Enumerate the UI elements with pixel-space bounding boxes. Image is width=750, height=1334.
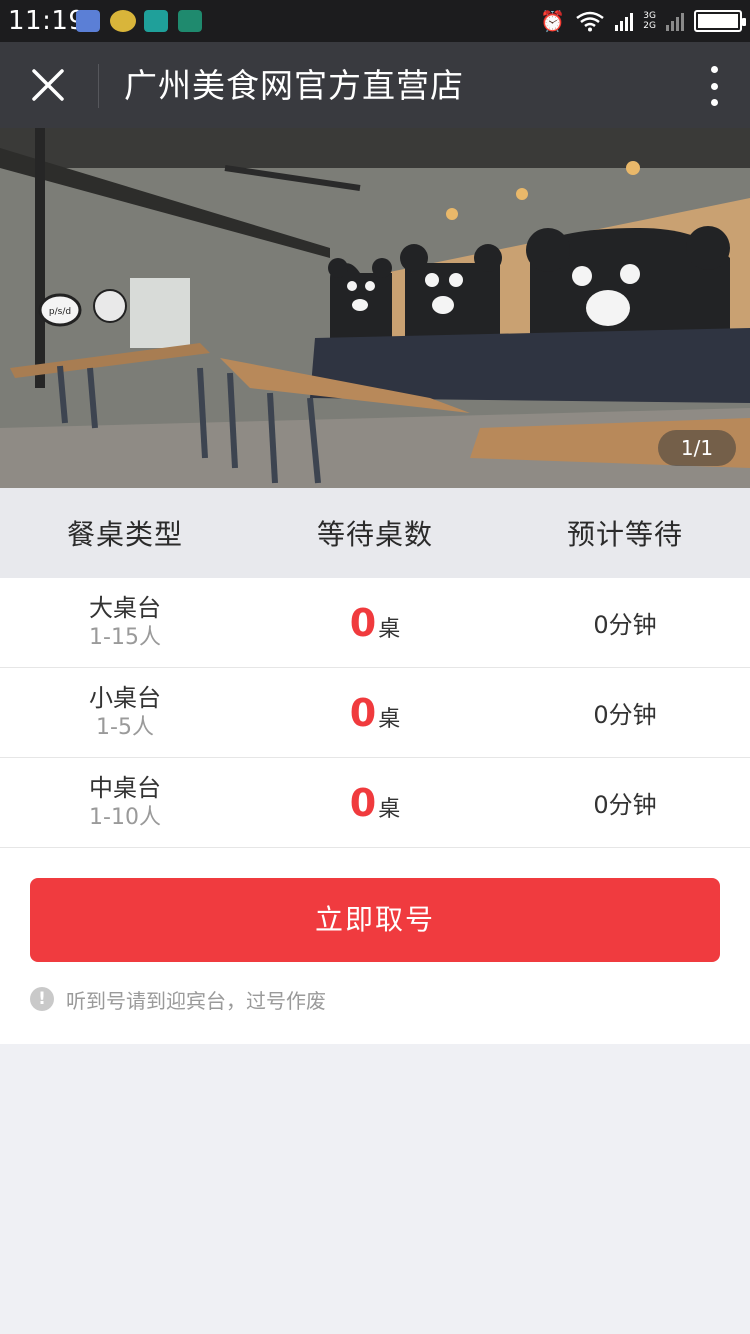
waiting-unit: 桌 xyxy=(378,796,401,822)
waiting-count: 0 xyxy=(349,600,377,645)
battery-icon xyxy=(694,10,746,32)
signal-icon xyxy=(615,11,634,31)
queue-table: 大桌台 1-15人 0 桌 0分钟 小桌台 1-5人 0 桌 0分钟 中桌台 1… xyxy=(0,578,750,848)
action-area: 立即取号 ! 听到号请到迎宾台，过号作废 xyxy=(0,848,750,1044)
estimated-wait: 0分钟 xyxy=(593,701,657,729)
notice: ! 听到号请到迎宾台，过号作废 xyxy=(30,986,326,1013)
header-waiting-tables: 等待桌数 xyxy=(316,518,433,551)
network-type: 3G 2G xyxy=(643,11,656,31)
notice-text: 听到号请到迎宾台，过号作废 xyxy=(66,988,326,1013)
estimated-wait: 0分钟 xyxy=(593,611,657,639)
table-row: 中桌台 1-10人 0 桌 0分钟 xyxy=(0,758,750,848)
table-type-cell: 小桌台 1-5人 xyxy=(0,683,250,743)
waiting-count: 0 xyxy=(349,780,377,825)
sign-text: p/s/d xyxy=(49,307,71,317)
signal-secondary-icon xyxy=(666,11,684,31)
table-capacity: 1-5人 xyxy=(96,714,154,740)
app-notification-icon xyxy=(110,10,136,32)
close-button[interactable] xyxy=(18,55,78,115)
more-dot-icon xyxy=(710,66,718,73)
more-dot-icon xyxy=(710,82,718,90)
close-icon xyxy=(32,69,64,101)
wifi-icon xyxy=(576,11,605,32)
table-type-name: 大桌台 xyxy=(89,593,161,622)
restaurant-illustration: p/s/d xyxy=(0,128,750,488)
table-type-name: 小桌台 xyxy=(89,683,161,712)
image-notification-icon xyxy=(178,10,202,32)
status-bar: 11:19 ⏰ 3G 2G xyxy=(0,0,750,42)
alarm-icon: ⏰ xyxy=(540,9,566,33)
scan-notification-icon xyxy=(144,10,168,32)
table-type-cell: 大桌台 1-15人 xyxy=(0,593,250,653)
page-title: 广州美食网官方直营店 xyxy=(124,66,464,105)
waiting-count: 0 xyxy=(349,690,377,735)
waiting-count-cell: 0 桌 xyxy=(250,691,500,735)
header-estimated-wait: 预计等待 xyxy=(566,518,683,551)
estimated-wait: 0分钟 xyxy=(593,791,657,819)
waiting-unit: 桌 xyxy=(378,706,401,732)
table-type-cell: 中桌台 1-10人 xyxy=(0,773,250,833)
table-row: 大桌台 1-15人 0 桌 0分钟 xyxy=(0,578,750,668)
table-header: 餐桌类型 等待桌数 预计等待 xyxy=(0,488,750,578)
warning-icon: ! xyxy=(30,987,54,1011)
table-capacity: 1-10人 xyxy=(89,804,161,830)
status-time: 11:19 xyxy=(8,6,86,36)
table-row: 小桌台 1-5人 0 桌 0分钟 xyxy=(0,668,750,758)
more-options-button[interactable] xyxy=(704,66,724,106)
status-indicators: ⏰ 3G 2G xyxy=(540,8,746,34)
more-dot-icon xyxy=(710,99,718,106)
waiting-unit: 桌 xyxy=(378,616,401,642)
take-number-button[interactable]: 立即取号 xyxy=(30,878,720,962)
wechat-notification-icon xyxy=(76,10,100,32)
waiting-count-cell: 0 桌 xyxy=(250,601,500,645)
title-divider xyxy=(98,64,99,108)
table-type-name: 中桌台 xyxy=(89,773,161,802)
header-table-type: 餐桌类型 xyxy=(66,518,183,551)
waiting-count-cell: 0 桌 xyxy=(250,781,500,825)
table-capacity: 1-15人 xyxy=(89,624,161,650)
title-bar: 广州美食网官方直营店 xyxy=(0,42,750,128)
restaurant-photo[interactable]: p/s/d 1/1 xyxy=(0,128,750,488)
image-pager: 1/1 xyxy=(658,430,736,466)
